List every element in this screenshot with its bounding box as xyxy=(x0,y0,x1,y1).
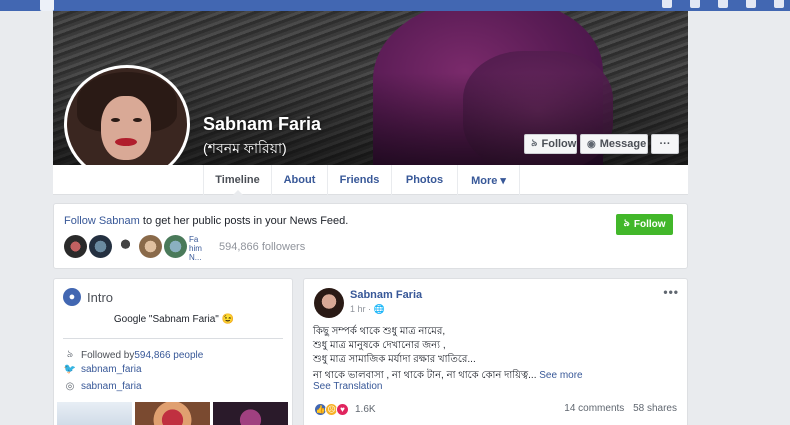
profile-tab-bar: Timeline About Friends Photos More ▾ xyxy=(53,165,688,196)
love-reaction-icon: ♥ xyxy=(336,403,349,416)
post-author-avatar[interactable] xyxy=(314,288,344,318)
instagram-link[interactable]: sabnam_faria xyxy=(81,381,142,392)
cover-follow-button[interactable]: ৯ Follow xyxy=(524,134,577,154)
followed-by-count-link[interactable]: 594,866 people xyxy=(134,350,203,361)
more-options-button[interactable]: ··· xyxy=(651,134,679,154)
follower-avatar[interactable] xyxy=(139,235,162,258)
post-author-name[interactable]: Sabnam Faria xyxy=(350,289,422,301)
reactions-summary[interactable]: 👍 ☹ ♥ 1.6K xyxy=(314,403,376,416)
tab-friends[interactable]: Friends xyxy=(327,165,391,195)
profile-name[interactable]: Sabnam Faria xyxy=(203,114,321,135)
see-more-link[interactable]: See more xyxy=(539,370,582,381)
notifications-icon[interactable] xyxy=(718,0,728,8)
instagram-row: ◎ sabnam_faria xyxy=(63,381,142,392)
divider xyxy=(63,338,283,339)
top-navigation-bar xyxy=(0,0,790,11)
globe-icon: 🌐 xyxy=(373,304,385,314)
cover-actions: ৯ Follow ◉ Message ··· xyxy=(524,134,679,154)
tab-timeline[interactable]: Timeline xyxy=(203,165,271,196)
post-timestamp[interactable]: 1 hr · 🌐 xyxy=(350,304,385,315)
follower-avatar[interactable] xyxy=(64,235,87,258)
intro-card: ● Intro Google "Sabnam Faria" 😉 ৯ Follow… xyxy=(53,278,293,425)
twitter-icon: 🐦 xyxy=(63,364,77,375)
instagram-icon: ◎ xyxy=(65,381,75,392)
see-translation-link[interactable]: See Translation xyxy=(313,381,383,392)
twitter-link[interactable]: sabnam_faria xyxy=(81,364,142,375)
followers-count[interactable]: 594,866 followers xyxy=(219,241,305,253)
followed-by-row: ৯ Followed by 594,866 people xyxy=(63,347,204,364)
twitter-row: 🐦 sabnam_faria xyxy=(63,364,142,375)
messenger-icon: ◉ xyxy=(587,138,596,150)
follower-avatar[interactable] xyxy=(114,235,137,258)
comments-count[interactable]: 14 comments xyxy=(564,403,624,414)
follower-avatar[interactable] xyxy=(164,235,187,258)
tab-photos[interactable]: Photos xyxy=(391,165,457,195)
tab-about[interactable]: About xyxy=(271,165,327,195)
facebook-logo-icon[interactable] xyxy=(40,0,54,11)
rss-icon: ৯ xyxy=(66,349,74,360)
messages-icon[interactable] xyxy=(690,0,700,8)
intro-photo[interactable] xyxy=(213,402,288,425)
tab-more[interactable]: More ▾ xyxy=(457,165,520,195)
shares-count[interactable]: 58 shares xyxy=(633,403,677,414)
account-menu-icon[interactable] xyxy=(774,0,784,8)
globe-icon: ● xyxy=(63,288,81,306)
rss-icon: ৯ xyxy=(623,218,630,229)
intro-photo[interactable] xyxy=(135,402,210,425)
post-options-icon[interactable]: ••• xyxy=(663,285,679,299)
follower-avatar[interactable] xyxy=(89,235,112,258)
post-stats: 14 comments 58 shares xyxy=(558,403,677,414)
intro-photo[interactable] xyxy=(57,402,132,425)
help-icon[interactable] xyxy=(746,0,756,8)
broken-follower-image[interactable]: Fa him N... xyxy=(189,235,207,261)
follow-sabnam-link[interactable]: Follow Sabnam xyxy=(64,215,140,227)
post-card: Sabnam Faria 1 hr · 🌐 ••• কিছু সম্পর্ক থ… xyxy=(303,278,688,425)
friend-requests-icon[interactable] xyxy=(662,0,672,8)
profile-alternate-name: (শবনম ফারিয়া) xyxy=(203,140,287,156)
rss-icon: ৯ xyxy=(531,137,538,149)
follow-card: Follow Sabnam to get her public posts in… xyxy=(53,203,688,269)
reaction-count: 1.6K xyxy=(355,404,376,415)
post-text-line: শুধু মাত্র সামাজিক মর্যাদা রক্ষার খাতিরে… xyxy=(313,354,476,365)
follow-prompt: Follow Sabnam to get her public posts in… xyxy=(64,215,349,227)
intro-title: Intro xyxy=(87,289,114,305)
follow-button[interactable]: ৯ Follow xyxy=(616,214,673,235)
message-button[interactable]: ◉ Message xyxy=(580,134,648,154)
intro-bio: Google "Sabnam Faria" 😉 xyxy=(113,314,235,325)
